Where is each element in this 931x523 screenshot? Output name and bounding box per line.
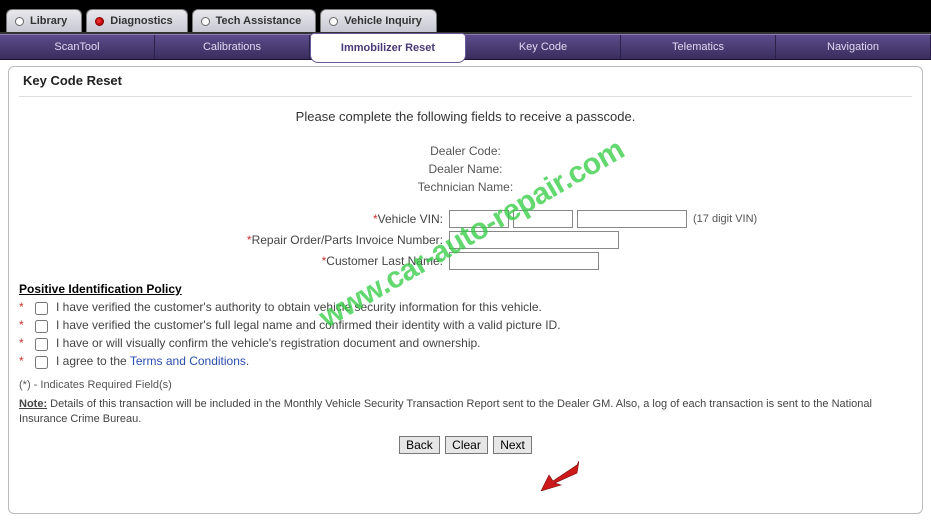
dealer-name-label: Dealer Name: xyxy=(19,160,912,178)
vin-input-seg2[interactable] xyxy=(513,210,573,228)
required-footnote: (*) - Indicates Required Field(s) xyxy=(19,379,912,391)
tab-label: Tech Assistance xyxy=(216,15,302,27)
content-panel: Key Code Reset Please complete the follo… xyxy=(8,66,923,514)
note-block: Note: Details of this transaction will b… xyxy=(19,397,912,428)
tab-label: Diagnostics xyxy=(110,15,172,27)
policy-row-4: * I agree to the Terms and Conditions. xyxy=(19,354,912,369)
policy-checkbox-2[interactable] xyxy=(35,320,48,333)
row-customer-last-name: *Customer Last Name: xyxy=(19,252,912,270)
next-button[interactable]: Next xyxy=(493,436,532,454)
radio-icon xyxy=(201,17,210,26)
vin-hint: (17 digit VIN) xyxy=(693,213,757,225)
top-tab-bar: Library Diagnostics Tech Assistance Vehi… xyxy=(0,0,931,34)
policy-text-1: I have verified the customer's authority… xyxy=(56,300,542,314)
tab-tech-assistance[interactable]: Tech Assistance xyxy=(192,9,317,32)
tab-label: Vehicle Inquiry xyxy=(344,15,422,27)
tab-vehicle-inquiry[interactable]: Vehicle Inquiry xyxy=(320,9,437,32)
vin-input-seg1[interactable] xyxy=(449,210,509,228)
subtab-navigation[interactable]: Navigation xyxy=(776,35,931,59)
repair-order-label: Repair Order/Parts Invoice Number: xyxy=(252,233,443,247)
dealer-info-block: Dealer Code: Dealer Name: Technician Nam… xyxy=(19,142,912,196)
note-label: Note: xyxy=(19,398,47,410)
button-row: Back Clear Next xyxy=(19,436,912,454)
policy-text-3: I have or will visually confirm the vehi… xyxy=(56,336,481,350)
dealer-code-label: Dealer Code: xyxy=(19,142,912,160)
policy-text-4-prefix: I agree to the xyxy=(56,354,130,368)
row-repair-order: *Repair Order/Parts Invoice Number: xyxy=(19,231,912,249)
customer-last-name-input[interactable] xyxy=(449,252,599,270)
policy-row-1: * I have verified the customer's authori… xyxy=(19,300,912,315)
subtab-immobilizer-reset[interactable]: Immobilizer Reset xyxy=(310,33,466,63)
policy-text-2: I have verified the customer's full lega… xyxy=(56,318,561,332)
radio-icon xyxy=(95,17,104,26)
clear-button[interactable]: Clear xyxy=(445,436,488,454)
radio-icon xyxy=(15,17,24,26)
panel-title: Key Code Reset xyxy=(19,71,912,97)
customer-last-name-label: Customer Last Name: xyxy=(326,254,443,268)
policy-row-3: * I have or will visually confirm the ve… xyxy=(19,336,912,351)
policy-heading: Positive Identification Policy xyxy=(19,282,912,296)
radio-icon xyxy=(329,17,338,26)
vehicle-vin-label: Vehicle VIN: xyxy=(378,212,443,226)
policy-section: Positive Identification Policy * I have … xyxy=(19,282,912,369)
policy-checkbox-4[interactable] xyxy=(35,356,48,369)
subtab-scantool[interactable]: ScanTool xyxy=(0,35,155,59)
tab-label: Library xyxy=(30,15,67,27)
subtab-telematics[interactable]: Telematics xyxy=(621,35,776,59)
tab-diagnostics[interactable]: Diagnostics xyxy=(86,9,187,32)
row-vehicle-vin: *Vehicle VIN: (17 digit VIN) xyxy=(19,210,912,228)
vin-input-seg3[interactable] xyxy=(577,210,687,228)
back-button[interactable]: Back xyxy=(399,436,440,454)
note-text: Details of this transaction will be incl… xyxy=(19,398,872,425)
subtab-calibrations[interactable]: Calibrations xyxy=(155,35,310,59)
terms-link[interactable]: Terms and Conditions xyxy=(130,354,246,368)
policy-text-4-suffix: . xyxy=(246,354,249,368)
technician-name-label: Technician Name: xyxy=(19,178,912,196)
instruction-text: Please complete the following fields to … xyxy=(19,109,912,124)
subtab-key-code[interactable]: Key Code xyxy=(466,35,621,59)
form-block: *Vehicle VIN: (17 digit VIN) *Repair Ord… xyxy=(19,210,912,270)
policy-row-2: * I have verified the customer's full le… xyxy=(19,318,912,333)
policy-checkbox-3[interactable] xyxy=(35,338,48,351)
policy-checkbox-1[interactable] xyxy=(35,302,48,315)
sub-nav-bar: ScanTool Calibrations Immobilizer Reset … xyxy=(0,34,931,60)
tab-library[interactable]: Library xyxy=(6,9,82,32)
repair-order-input[interactable] xyxy=(449,231,619,249)
arrow-icon xyxy=(539,461,579,491)
